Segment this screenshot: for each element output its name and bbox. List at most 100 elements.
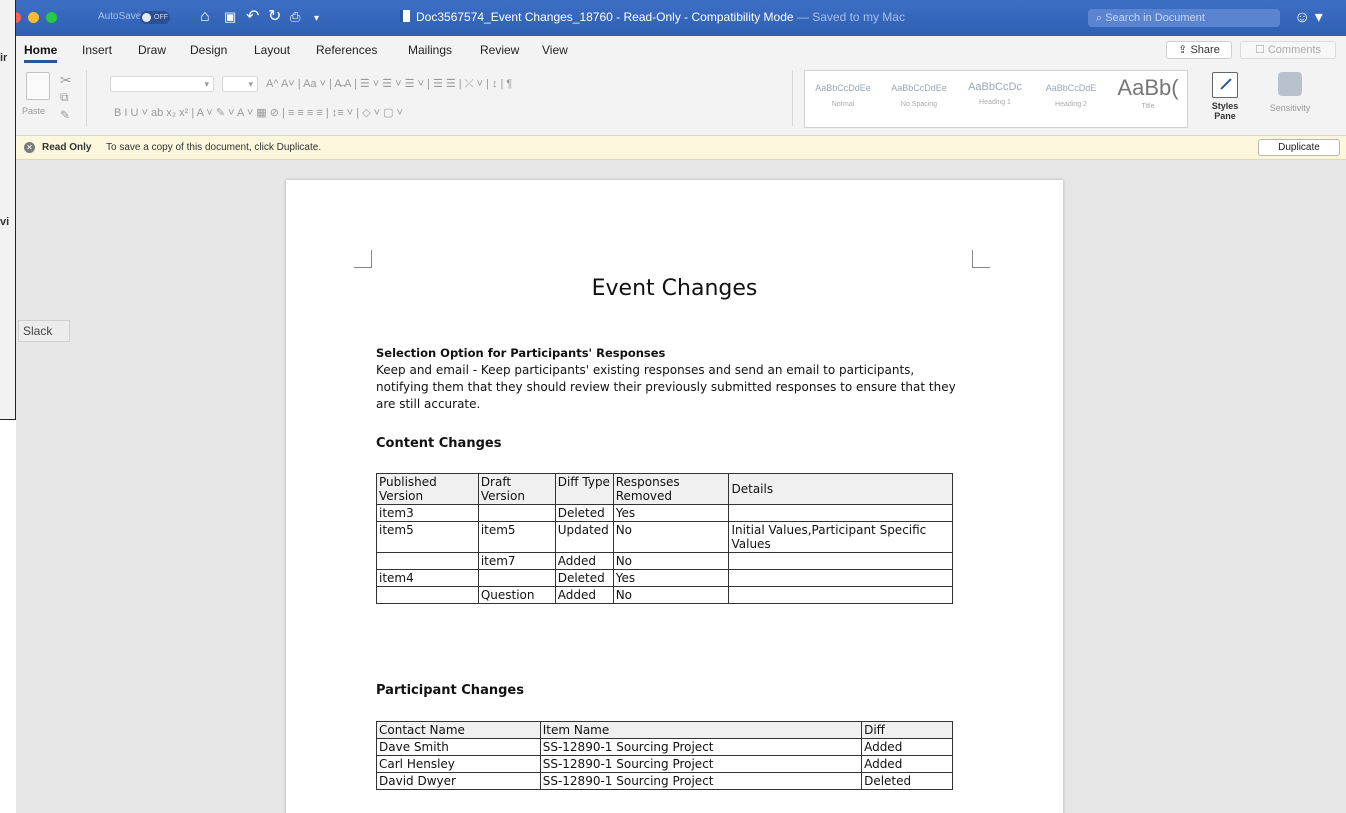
search-input[interactable]: ⌕ Search in Document — [1088, 9, 1280, 27]
paste-label: Paste — [22, 106, 46, 116]
comment-icon: ☐ — [1254, 44, 1268, 56]
feedback-smiley-icon[interactable]: ☺ ▾ — [1294, 7, 1323, 27]
tab-view[interactable]: View — [542, 43, 568, 57]
redo-icon[interactable]: ↻ — [268, 8, 281, 26]
copy-icon[interactable]: ⧉ — [60, 90, 69, 105]
share-icon: ⇪ — [1178, 44, 1191, 56]
style-sample: AaBb( — [1117, 75, 1179, 100]
style-name: No Spacing — [900, 101, 938, 108]
tab-home[interactable]: Home — [24, 43, 58, 63]
zoom-window-button[interactable] — [46, 12, 57, 23]
document-canvas[interactable]: Event Changes Selection Option for Parti… — [16, 160, 1346, 813]
header-cell: Contact Name — [376, 721, 541, 739]
sensitivity-button[interactable]: Sensitivity — [1260, 72, 1320, 113]
styles-pane-button[interactable]: Styles Pane — [1200, 72, 1250, 121]
style-heading-1[interactable]: AaBbCcDc Heading 1 — [957, 71, 1033, 127]
read-only-message: To save a copy of this document, click D… — [106, 142, 322, 153]
autosave-toggle[interactable]: OFF — [140, 11, 170, 24]
tab-design[interactable]: Design — [190, 43, 227, 57]
ribbon-separator — [86, 70, 87, 126]
table-cell: Updated — [554, 521, 614, 553]
tab-review[interactable]: Review — [480, 43, 519, 57]
styles-pane-label: Styles Pane — [1211, 101, 1239, 121]
table-cell: Dave Smith — [376, 738, 541, 756]
saved-status: — Saved to my Mac — [796, 10, 905, 24]
table-cell: David Dwyer — [376, 772, 541, 790]
table-row: Question Added No — [376, 586, 953, 604]
paste-icon[interactable] — [26, 72, 50, 100]
style-normal[interactable]: AaBbCcDdEe Normal — [805, 71, 881, 127]
font-size-dropdown[interactable]: ▾ — [222, 76, 258, 92]
comments-label: Comments — [1267, 44, 1322, 56]
print-icon[interactable]: ⎙ — [290, 8, 300, 26]
table-cell — [728, 504, 953, 522]
table-cell: No — [612, 552, 730, 570]
tab-layout[interactable]: Layout — [254, 43, 290, 57]
table-cell: Question — [477, 586, 556, 604]
style-name: Heading 2 — [1055, 101, 1087, 108]
table-cell: Yes — [612, 569, 730, 587]
style-heading-2[interactable]: AaBbCcDdE Heading 2 — [1033, 71, 1109, 127]
format-controls-row[interactable]: B I U ˅ ab x₂ x² | A ˅ ✎ ˅ A ˅ ▦ ⊘ | ≡ ≡… — [114, 106, 403, 119]
table-cell — [728, 569, 953, 587]
table-cell: Yes — [612, 504, 730, 522]
background-window[interactable]: ir vi — [0, 0, 16, 420]
document-title: Doc3567574_Event Changes_18760 - Read-On… — [400, 10, 905, 24]
sensitivity-icon — [1278, 72, 1302, 96]
table-header-row: Contact Name Item Name Diff — [376, 721, 953, 739]
style-name: Normal — [831, 101, 855, 108]
cut-icon[interactable]: ✂ — [60, 72, 72, 89]
participant-changes-heading: Participant Changes — [376, 683, 524, 698]
table-row: item5 item5 Updated No Initial Values,Pa… — [376, 521, 953, 553]
undo-icon[interactable]: ↶ — [246, 8, 259, 26]
autosave-label: AutoSave — [98, 11, 142, 22]
style-name: Heading 1 — [979, 99, 1011, 106]
close-window-button[interactable] — [16, 12, 21, 23]
read-only-label: Read Only — [42, 142, 92, 153]
header-cell: Draft Version — [477, 473, 556, 505]
table-cell: SS-12890-1 Sourcing Project — [539, 772, 863, 790]
word-document-icon — [400, 10, 410, 22]
header-cell: Details — [728, 473, 953, 505]
style-sample: AaBbCcDdE — [1045, 83, 1097, 93]
background-window-fragment: ir — [0, 52, 8, 64]
margin-corner-mark — [354, 250, 372, 268]
table-cell — [477, 504, 556, 522]
font-name-dropdown[interactable]: ▾ — [110, 76, 214, 92]
table-cell — [728, 552, 953, 570]
table-cell: Deleted — [554, 504, 614, 522]
document-page[interactable]: Event Changes Selection Option for Parti… — [286, 180, 1063, 813]
save-icon[interactable]: ▣ — [224, 8, 236, 26]
font-controls-row[interactable]: A^ A˅ | Aa ˅ | A̶ A | ☰ ˅ ☰ ˅ ☰ ˅ | ☰ ☰ … — [266, 77, 512, 91]
format-painter-icon[interactable]: ✎ — [60, 108, 70, 122]
style-no-spacing[interactable]: AaBbCcDdEe No Spacing — [881, 71, 957, 127]
table-row: item4 Deleted Yes — [376, 569, 953, 587]
selection-option-body: Keep and email - Keep participants' exis… — [376, 363, 956, 411]
customize-toolbar-icon[interactable]: ▾ — [314, 10, 319, 28]
table-cell: Initial Values,Participant Specific Valu… — [728, 521, 953, 553]
table-cell: SS-12890-1 Sourcing Project — [539, 738, 863, 756]
style-sample: AaBbCcDdEe — [815, 83, 871, 93]
comments-button[interactable]: ☐ Comments — [1240, 41, 1336, 59]
slack-chip[interactable]: Slack — [18, 320, 70, 342]
table-row: Carl Hensley SS-12890-1 Sourcing Project… — [376, 755, 953, 773]
content-changes-heading: Content Changes — [376, 436, 502, 451]
styles-gallery[interactable]: AaBbCcDdEe Normal AaBbCcDdEe No Spacing … — [804, 70, 1188, 128]
style-name: Title — [1141, 103, 1155, 110]
minimize-window-button[interactable] — [28, 12, 39, 23]
tab-draw[interactable]: Draw — [138, 43, 166, 57]
header-cell: Responses Removed — [612, 473, 730, 505]
table-cell: No — [612, 586, 730, 604]
table-cell: item7 — [477, 552, 556, 570]
table-cell: Added — [861, 755, 953, 773]
style-title[interactable]: AaBb( Title — [1109, 71, 1187, 127]
tab-references[interactable]: References — [316, 43, 377, 57]
table-cell: Carl Hensley — [376, 755, 541, 773]
tab-mailings[interactable]: Mailings — [408, 43, 452, 57]
home-icon[interactable]: ⌂ — [200, 8, 210, 26]
tab-insert[interactable]: Insert — [82, 43, 112, 57]
share-button[interactable]: ⇪ Share — [1166, 41, 1232, 59]
duplicate-button[interactable]: Duplicate — [1258, 139, 1340, 156]
read-only-icon: ✕ — [24, 142, 35, 153]
background-window-fragment: vi — [0, 216, 10, 228]
